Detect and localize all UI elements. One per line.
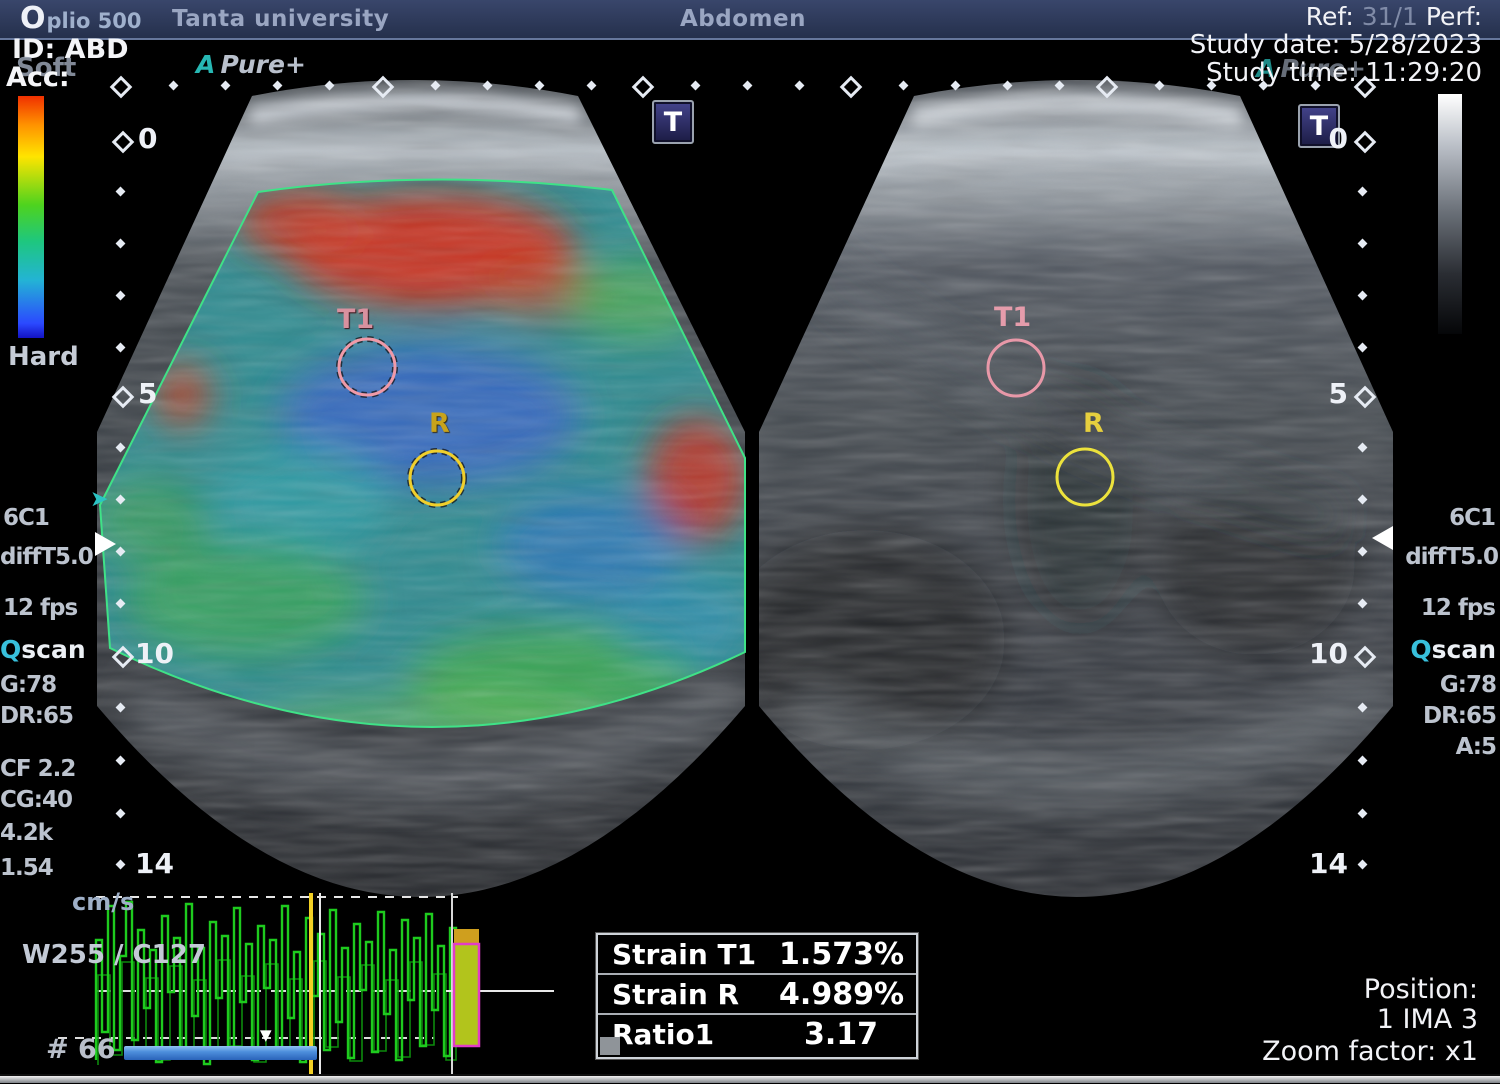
pure-text: Pure+ [220,50,305,79]
depth-0: 0 [1300,124,1348,153]
accession-label: Acc: [6,64,70,92]
ref-ghost-value: 31/1 [1362,2,1418,31]
sweep-progress-bar[interactable] [124,1046,317,1060]
study-time-line: Study time: 11:29:20 [1206,60,1482,87]
frame-number-label: # 66 [46,1036,116,1064]
elasticity-colorbar [18,96,44,338]
focus-marker-right-icon[interactable] [1372,526,1393,550]
ultrasound-screen: O plio 500 Tanta university Abdomen Ref:… [0,0,1500,1084]
study-time-label: Study time: [1206,58,1357,88]
machine-logo: O plio 500 [20,3,142,35]
velocity-label: 1.54 [0,856,53,880]
depth-14: 14 [1296,849,1348,878]
pure-logo-left: A Pure+ [196,52,306,78]
roi-r-label-right: R [1083,410,1104,438]
perf-label: Perf: [1426,2,1482,31]
probe-label: 6C1 [3,506,49,530]
roi-t1-label-left: T1 [337,306,374,334]
position-label: Position: [1364,976,1478,1004]
panel-resize-handle[interactable] [600,1037,620,1055]
institution-name: Tanta university [172,7,389,31]
ref-label: Ref: [1306,2,1354,31]
probe-label: 6C1 [1449,506,1495,530]
measurement-label: Ratio1 [612,1018,714,1051]
gain-label: G:78 [0,673,56,697]
measurement-results-panel[interactable]: Strain T1 1.573% Strain R 4.989% Ratio1 … [596,933,918,1059]
depth-0: 0 [138,124,157,153]
mode-label: diffT5.0 [1405,545,1498,569]
qscan-rest: scan [21,635,85,664]
qscan-label: Qscan [0,637,86,663]
bottom-window-edge [0,1074,1500,1083]
logo-o-glyph: O [20,3,46,35]
window-contrast-label: W255 / C127 [22,942,206,969]
measurement-label: Strain R [612,978,739,1011]
cf-label: CF 2.2 [0,757,75,781]
measurement-row: Strain T1 1.573% [598,935,916,975]
strain-gauge-bar [454,944,479,1046]
depth-10: 10 [1296,639,1348,668]
ref-perf-line: Ref: 31/1 Perf: [1306,4,1482,30]
gain-label: G:78 [1440,673,1496,697]
study-time-value: 11:29:20 [1365,58,1482,88]
dynamic-range-label: DR:65 [0,704,73,728]
qscan-rest: scan [1432,635,1496,664]
framerate-label: 12 fps [1421,596,1495,620]
framerate-label: 12 fps [3,596,77,620]
logo-model: plio 500 [47,10,142,32]
depth-14: 14 [135,849,174,878]
exam-type: Abdomen [680,7,806,31]
pure-a-glyph: A [196,50,215,79]
roi-t1-label-right: T1 [994,304,1031,332]
gauge-cap [454,929,479,944]
zoom-factor-line: Zoom factor: x1 [1262,1038,1478,1066]
probe-orientation-marker-left[interactable]: T [652,100,694,144]
prf-label: 4.2k [0,821,52,845]
hard-scale-label: Hard [8,344,79,371]
depth-10: 10 [135,639,174,668]
qscan-label: Qscan [1410,637,1496,663]
measurement-value: 4.989% [779,977,904,1012]
probe-direction-icon: ➤ [90,488,108,511]
measurement-row: Strain R 4.989% [598,975,916,1015]
dynamic-range-label: DR:65 [1423,704,1496,728]
focus-marker-left-icon[interactable] [95,532,116,556]
depth-5: 5 [138,379,157,408]
acoustic-label: A:5 [1456,735,1496,759]
zoom-factor-label: Zoom factor: [1262,1036,1436,1067]
position-value: 1 IMA 3 [1377,1006,1478,1034]
progress-marker-icon: ▼ [260,1028,272,1044]
velocity-unit-label: cm/s [72,890,134,915]
qscan-q: Q [1410,635,1431,664]
strain-waveform-trace [96,902,456,1064]
measurement-value: 1.573% [779,937,904,972]
ultrasound-image-layer [0,0,1500,1084]
measurement-value: 3.17 [804,1017,904,1052]
cg-label: CG:40 [0,788,72,812]
qscan-q: Q [0,635,21,664]
grayscale-bar [1438,94,1462,334]
right-ultrasound-fan [725,58,1414,1084]
depth-5: 5 [1300,379,1348,408]
roi-r-label-left: R [429,410,450,438]
zoom-factor-value: x1 [1445,1036,1478,1067]
measurement-row: Ratio1 3.17 [598,1015,916,1053]
measurement-label: Strain T1 [612,938,756,971]
mode-label: diffT5.0 [0,545,93,569]
study-date-value: 5/28/2023 [1349,30,1482,60]
strain-waveform-panel [58,893,554,1074]
